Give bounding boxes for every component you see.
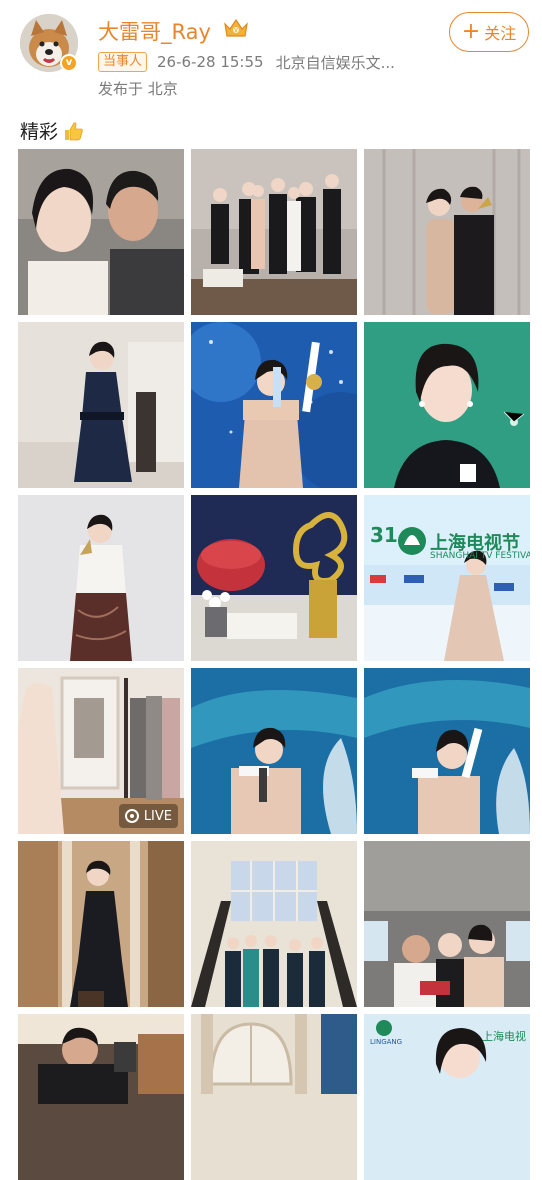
photo-10[interactable]: LIVE [18,668,184,834]
caption-text: 精彩 [20,121,59,143]
thumbs-up-icon [65,121,83,140]
photo-17[interactable] [191,1014,357,1180]
follow-label: 关注 [484,24,517,43]
photo-13[interactable] [18,841,184,1007]
festival-title-2: 上海电视 [482,1030,526,1043]
published-location: 发布于 北京 [98,80,178,98]
username[interactable]: 大雷哥_Ray [98,16,211,46]
festival-number: 31 [370,523,398,547]
verified-badge-icon: v [60,54,78,72]
photo-4[interactable] [18,322,184,488]
post-caption: 精彩 [20,117,84,144]
svg-text:V: V [234,28,238,34]
photo-15[interactable] [364,841,530,1007]
timestamp: 26-6-28 15:55 [157,53,264,71]
post-header: v 大雷哥_Ray V 当事人 26-6-28 15:55 北京自信娱乐文...… [0,0,542,110]
festival-subtitle-2: LINGANG [370,1038,403,1046]
photo-14[interactable] [191,841,357,1007]
photo-7[interactable] [18,495,184,661]
author-tag: 当事人 [98,52,148,72]
photo-5[interactable] [191,322,357,488]
photo-18[interactable]: LINGANG 上海电视 [364,1014,530,1180]
photo-12[interactable] [364,668,530,834]
photo-3[interactable] [364,149,530,315]
photo-9[interactable]: 31 上海电视节 SHANGHAI TV FESTIVAL [364,495,530,661]
plus-icon: + [461,19,481,44]
live-label: LIVE [143,808,172,824]
photo-11[interactable] [191,668,357,834]
photo-6[interactable] [364,322,530,488]
festival-subtitle: SHANGHAI TV FESTIVAL [430,551,530,561]
photo-8[interactable] [191,495,357,661]
source[interactable]: 北京自信娱乐文... [276,52,395,73]
crown-icon: V [224,18,248,37]
live-photo-badge: LIVE [118,804,178,828]
live-icon [124,809,139,823]
photo-2[interactable] [191,149,357,315]
post-meta: 当事人 26-6-28 15:55 北京自信娱乐文... [98,52,395,72]
photo-1[interactable] [18,149,184,315]
follow-button[interactable]: + 关注 [449,12,529,52]
photo-16[interactable] [18,1014,184,1180]
